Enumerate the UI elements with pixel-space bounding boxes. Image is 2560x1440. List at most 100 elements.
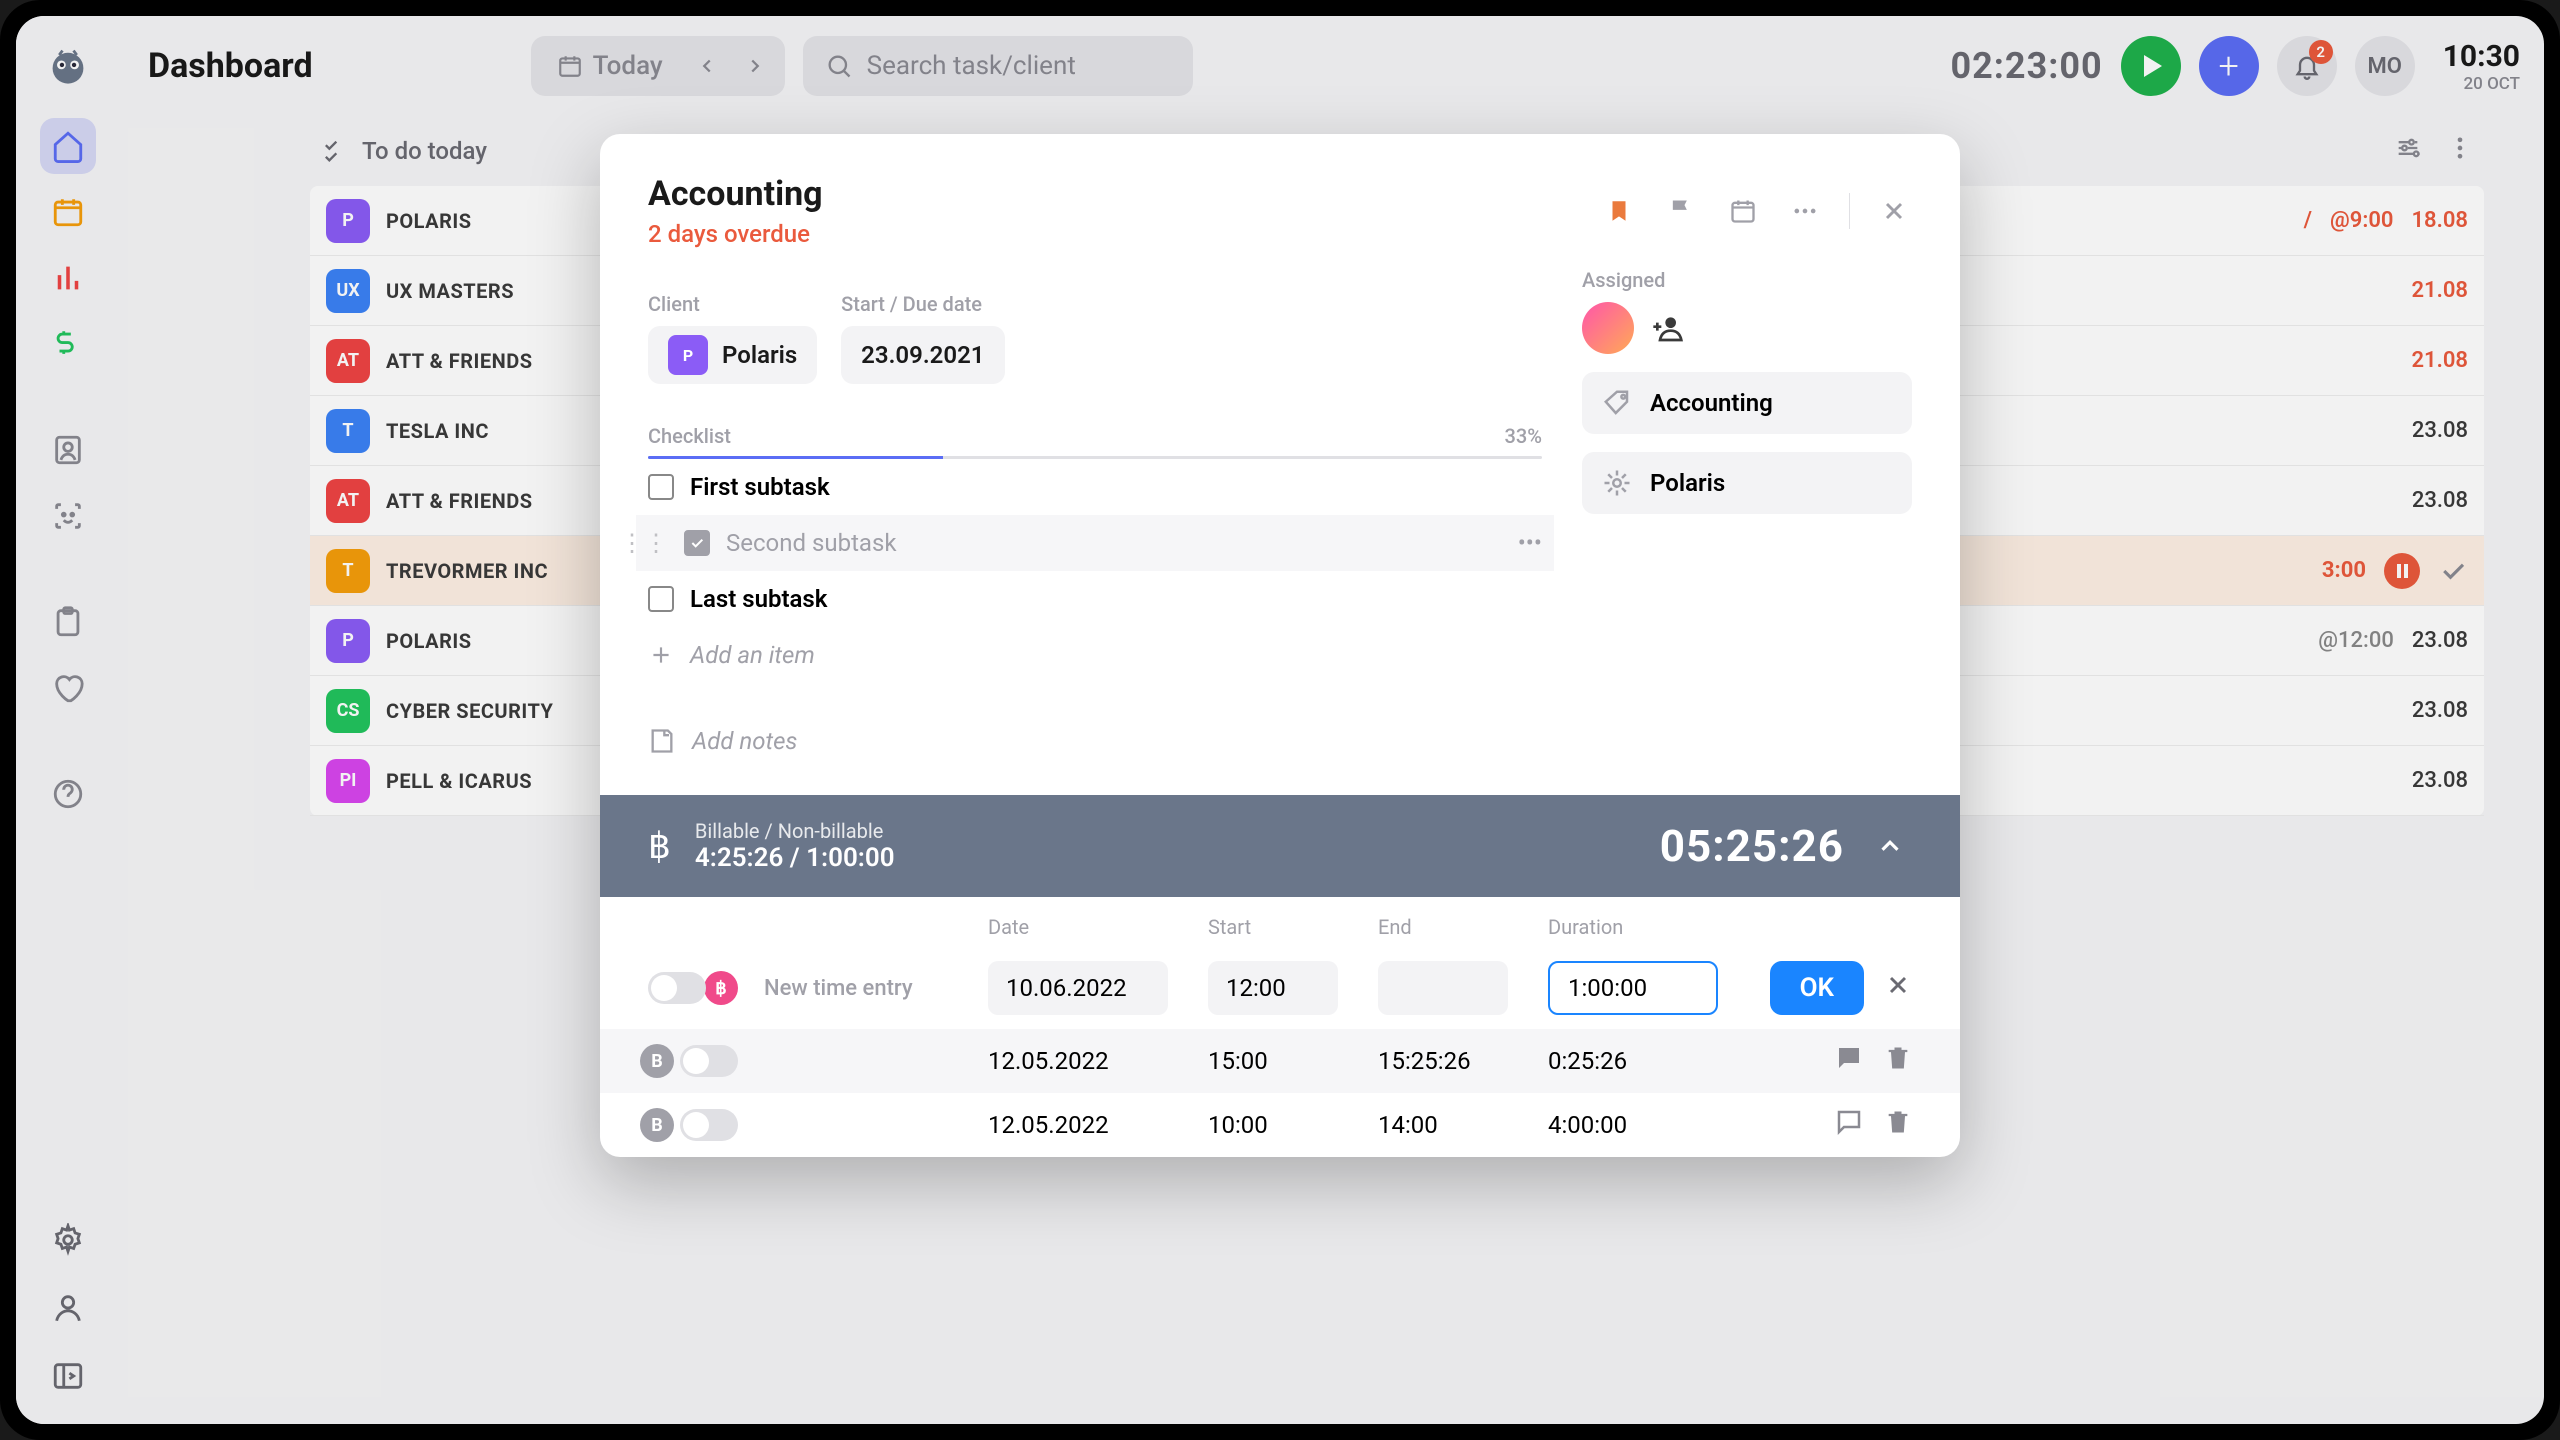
bitcoin-icon: ฿ [648, 825, 671, 867]
bookmark-icon[interactable] [1601, 193, 1637, 229]
new-entry-label: New time entry [764, 976, 913, 1001]
nav-calendar[interactable] [40, 184, 96, 240]
nav-face[interactable] [40, 488, 96, 544]
play-button[interactable] [2121, 36, 2181, 96]
running-timer: 02:23:00 [1950, 45, 2102, 87]
checklist-item[interactable]: ⋮⋮Second subtask••• [636, 515, 1554, 571]
billable-value: 4:25:26 / 1:00:00 [695, 843, 895, 873]
nav-contacts[interactable] [40, 422, 96, 478]
app-logo [46, 44, 90, 88]
ok-button[interactable]: OK [1770, 961, 1864, 1015]
time-summary-bar: ฿ Billable / Non-billable 4:25:26 / 1:00… [600, 795, 1960, 897]
section-title: To do today [362, 137, 487, 165]
billable-label: Billable / Non-billable [695, 819, 895, 843]
billable-icon: B [640, 1108, 674, 1142]
close-icon[interactable] [1876, 193, 1912, 229]
client-name: TESLA INC [386, 419, 489, 443]
nav-clipboard[interactable] [40, 594, 96, 650]
client-name: ATT & FRIENDS [386, 349, 533, 373]
comment-icon[interactable] [1834, 1043, 1864, 1079]
cancel-entry-icon[interactable] [1884, 971, 1912, 1005]
drag-handle-icon[interactable]: ⋮⋮ [620, 529, 668, 557]
tag-polaris[interactable]: Polaris [1582, 452, 1912, 514]
nav-profile[interactable] [40, 1280, 96, 1336]
assignee-avatar[interactable] [1582, 302, 1634, 354]
date-next[interactable] [733, 44, 777, 88]
delete-icon[interactable] [1884, 1108, 1912, 1142]
more-icon[interactable] [1787, 193, 1823, 229]
entry-duration-input[interactable]: 1:00:00 [1548, 961, 1718, 1015]
task-title: Accounting [648, 174, 1571, 214]
sidebar [16, 16, 120, 1424]
entry-date: 12.05.2022 [988, 1111, 1208, 1139]
collapse-icon[interactable] [1868, 824, 1912, 868]
notification-badge: 2 [2309, 40, 2333, 64]
tag-label: Polaris [1650, 469, 1725, 497]
check-icon[interactable] [2438, 556, 2468, 586]
date-prev[interactable] [685, 44, 729, 88]
col-end: End [1378, 915, 1548, 939]
calendar-icon[interactable] [1725, 193, 1761, 229]
overdue-label: 2 days overdue [648, 220, 1571, 248]
date-pill[interactable]: 23.09.2021 [841, 326, 1004, 384]
time-entry-row: B 12.05.2022 10:00 14:00 4:00:00 [600, 1093, 1960, 1157]
nav-home[interactable] [40, 118, 96, 174]
client-name: UX MASTERS [386, 279, 514, 303]
search-placeholder: Search task/client [867, 51, 1076, 81]
client-name: CYBER SECURITY [386, 699, 553, 723]
entry-duration: 0:25:26 [1548, 1047, 1748, 1075]
client-badge: CS [326, 689, 370, 733]
checklist-item[interactable]: First subtask [648, 459, 1542, 515]
clock: 10:30 20 OCT [2443, 39, 2520, 94]
time-entries: Date Start End Duration ฿ New time entry… [600, 897, 1960, 1157]
add-notes[interactable]: Add notes [648, 703, 1542, 755]
nav-help[interactable] [40, 766, 96, 822]
settings-icon[interactable] [2394, 134, 2422, 168]
item-more-icon[interactable]: ••• [1518, 529, 1542, 557]
entry-date-input[interactable]: 10.06.2022 [988, 961, 1168, 1015]
add-button[interactable]: + [2199, 36, 2259, 96]
tag-accounting[interactable]: Accounting [1582, 372, 1912, 434]
flag-icon[interactable] [1663, 193, 1699, 229]
user-avatar[interactable]: MO [2355, 36, 2415, 96]
entry-start-input[interactable]: 12:00 [1208, 961, 1338, 1015]
billable-toggle[interactable] [680, 1109, 738, 1141]
entry-start: 10:00 [1208, 1111, 1378, 1139]
entry-end-input[interactable] [1378, 961, 1508, 1015]
add-checklist-item[interactable]: Add an item [648, 627, 1542, 683]
billable-toggle[interactable] [680, 1045, 738, 1077]
nav-heart[interactable] [40, 660, 96, 716]
checkbox[interactable] [648, 586, 674, 612]
client-name: ATT & FRIENDS [386, 489, 533, 513]
col-start: Start [1208, 915, 1378, 939]
nav-billing[interactable] [40, 316, 96, 372]
client-name: TREVORMER INC [386, 559, 548, 583]
client-pill[interactable]: P Polaris [648, 326, 817, 384]
nav-collapse[interactable] [40, 1348, 96, 1404]
checklist-item[interactable]: Last subtask [648, 571, 1542, 627]
checkbox[interactable] [648, 474, 674, 500]
client-badge: P [326, 619, 370, 663]
col-duration: Duration [1548, 915, 1748, 939]
topbar: Dashboard Today Search task/client 02:23… [120, 16, 2544, 116]
add-assignee[interactable] [1646, 306, 1690, 350]
client-name: POLARIS [386, 629, 472, 653]
pause-icon[interactable] [2384, 553, 2420, 589]
delete-icon[interactable] [1884, 1044, 1912, 1078]
client-name: POLARIS [386, 209, 472, 233]
date-value: 23.09.2021 [861, 341, 984, 369]
entry-start: 15:00 [1208, 1047, 1378, 1075]
more-icon[interactable] [2446, 134, 2474, 168]
checkbox[interactable] [684, 530, 710, 556]
nav-reports[interactable] [40, 250, 96, 306]
notifications-button[interactable]: 2 [2277, 36, 2337, 96]
search-input[interactable]: Search task/client [803, 36, 1193, 96]
client-badge: PI [326, 759, 370, 803]
date-field-label: Start / Due date [841, 292, 1004, 316]
billable-toggle[interactable] [648, 972, 706, 1004]
page-title: Dashboard [148, 46, 313, 86]
comment-icon[interactable] [1834, 1107, 1864, 1143]
entry-duration: 4:00:00 [1548, 1111, 1748, 1139]
nav-settings[interactable] [40, 1212, 96, 1268]
date-picker[interactable]: Today [539, 51, 681, 81]
